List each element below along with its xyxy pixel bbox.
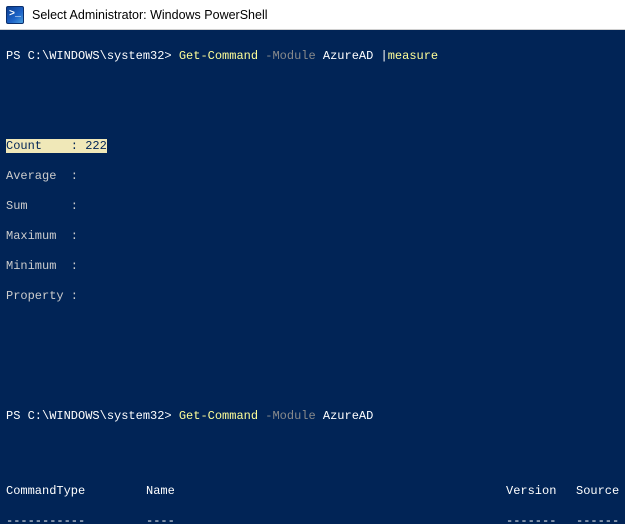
cmd-flag: -Module [265, 409, 315, 423]
commands-table: CommandTypeNameVersionSource -----------… [6, 469, 619, 524]
header-source: Source [576, 484, 619, 499]
measure-line: Sum : [6, 199, 619, 214]
cmd-arg: AzureAD [323, 409, 373, 423]
header-version: Version [506, 484, 576, 499]
prompt-line-1: PS C:\WINDOWS\system32> Get-Command -Mod… [6, 49, 619, 64]
cmd-flag: -Module [265, 49, 315, 63]
measure-line: Minimum : [6, 259, 619, 274]
window-title: Select Administrator: Windows PowerShell [32, 8, 268, 22]
measure-line: Average : [6, 169, 619, 184]
powershell-icon: >_ [6, 6, 24, 24]
count-label: Count : [6, 139, 85, 153]
table-rule-row: ---------------------------- [6, 514, 619, 524]
count-value: 222 [85, 139, 107, 153]
header-name: Name [146, 484, 506, 499]
pipe-symbol: | [381, 49, 388, 63]
terminal-pane[interactable]: PS C:\WINDOWS\system32> Get-Command -Mod… [0, 30, 625, 524]
cmdlet-name: Get-Command [179, 49, 258, 63]
measure-line: Maximum : [6, 229, 619, 244]
prompt-path: PS C:\WINDOWS\system32> [6, 49, 172, 63]
pipe-command: measure [388, 49, 438, 63]
measure-line: Property : [6, 289, 619, 304]
window-titlebar[interactable]: >_ Select Administrator: Windows PowerSh… [0, 0, 625, 30]
measure-count-line: Count : 222 [6, 139, 619, 154]
header-commandtype: CommandType [6, 484, 146, 499]
cmd-arg: AzureAD [323, 49, 373, 63]
prompt-line-2: PS C:\WINDOWS\system32> Get-Command -Mod… [6, 409, 619, 424]
cmdlet-name: Get-Command [179, 409, 258, 423]
table-header-row: CommandTypeNameVersionSource [6, 484, 619, 499]
prompt-path: PS C:\WINDOWS\system32> [6, 409, 172, 423]
